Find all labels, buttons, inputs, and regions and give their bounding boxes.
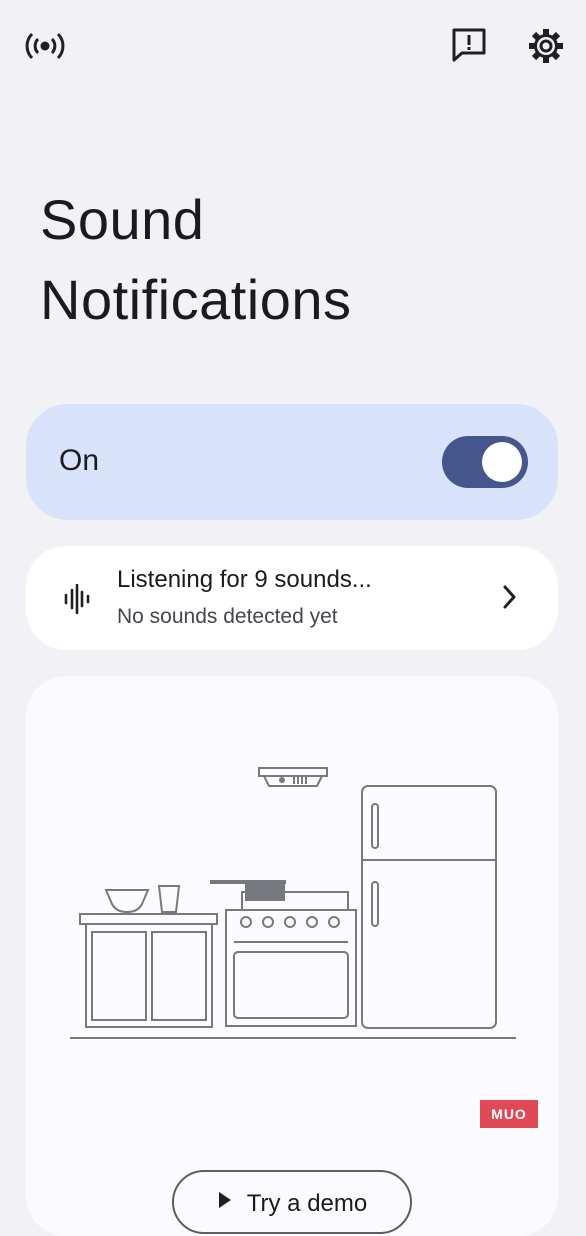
watermark-logo: MUO xyxy=(480,1100,538,1128)
try-demo-label: Try a demo xyxy=(246,1190,368,1217)
demo-illustration-card: MUO Try a demo xyxy=(26,676,558,1236)
listening-subtitle: No sounds detected yet xyxy=(117,605,338,628)
kitchen-illustration xyxy=(70,767,516,1039)
settings-icon xyxy=(529,29,563,63)
feedback-button[interactable] xyxy=(450,26,488,64)
play-icon xyxy=(218,1192,231,1208)
switch-knob xyxy=(482,442,522,482)
listening-status-card[interactable]: Listening for 9 sounds... No sounds dete… xyxy=(26,546,558,650)
toggle-label: On xyxy=(59,444,100,477)
live-caption-icon xyxy=(25,32,65,60)
on-off-switch[interactable] xyxy=(442,436,528,488)
chevron-right-icon xyxy=(503,585,516,609)
settings-button[interactable] xyxy=(526,26,566,66)
sound-notifications-toggle-card[interactable]: On xyxy=(26,404,558,520)
top-bar xyxy=(0,0,586,90)
live-caption-button[interactable] xyxy=(24,28,66,64)
page-title-line-1: Sound xyxy=(40,188,205,251)
page-title-line-2: Notifications xyxy=(40,268,352,331)
sound-wave-icon xyxy=(64,584,90,614)
feedback-icon xyxy=(452,28,486,62)
listening-title: Listening for 9 sounds... xyxy=(117,566,372,593)
try-demo-button[interactable]: Try a demo xyxy=(172,1170,412,1234)
page-title: Sound Notifications xyxy=(40,180,352,340)
